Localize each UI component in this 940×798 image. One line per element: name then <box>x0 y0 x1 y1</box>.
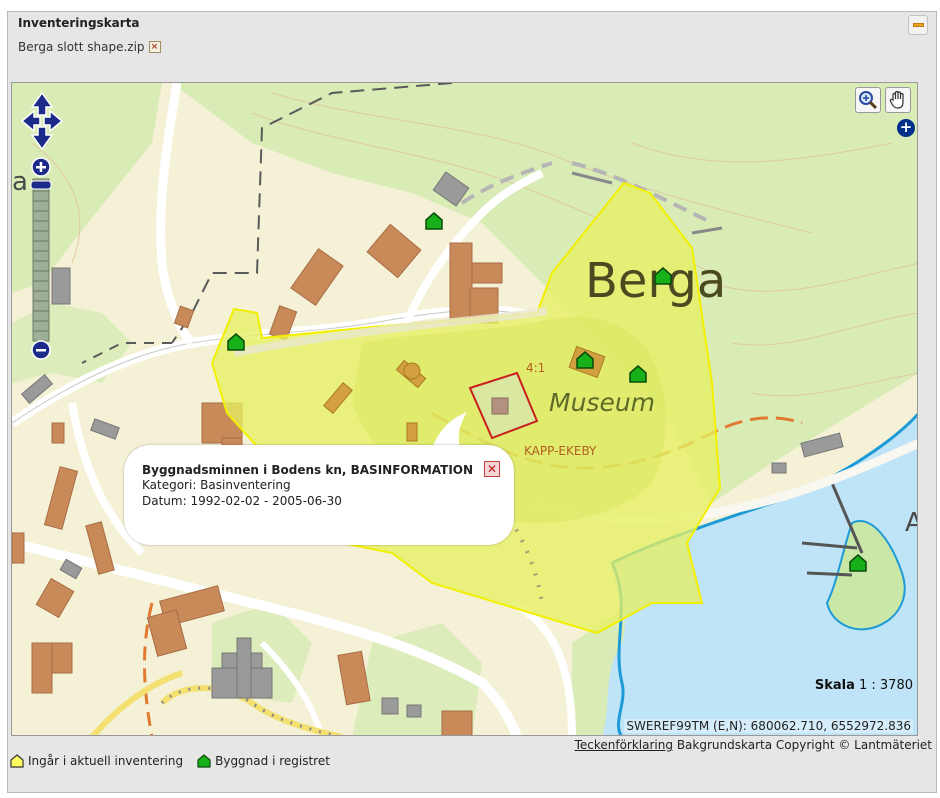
panel-title: Inventeringskarta <box>18 16 140 30</box>
uploaded-file: Berga slott shape.zip × <box>18 40 161 54</box>
zoom-box-button[interactable] <box>855 87 881 113</box>
popup-category: Kategori: Basinventering <box>142 478 291 492</box>
building-marker[interactable] <box>425 212 443 230</box>
building-marker[interactable] <box>654 267 672 285</box>
scale-label: Skala <box>814 678 855 693</box>
legend-registered-label: Byggnad i registret <box>215 754 330 768</box>
legend-link[interactable]: Teckenförklaring <box>575 738 673 752</box>
scale-readout: Skala 1 : 3780 <box>815 678 913 693</box>
close-icon[interactable]: ✕ <box>484 461 500 477</box>
legend-item-registered: Byggnad i registret <box>197 754 330 768</box>
popup-title: Byggnadsminnen i Bodens kn, BASINFORMATI… <box>142 463 474 477</box>
pan-arrows-icon[interactable] <box>20 91 64 151</box>
hand-pan-button[interactable] <box>885 87 911 113</box>
coordinate-readout: SWEREF99TM (E,N): 680062.710, 6552972.83… <box>624 719 913 733</box>
coords-label: SWEREF99TM (E,N): <box>626 719 747 733</box>
legend-item-inventory: Ingår i aktuell inventering <box>10 754 183 768</box>
inventory-marker-icon <box>10 754 24 768</box>
collapse-button[interactable] <box>908 15 928 35</box>
parcel-label: 4:1 <box>526 361 546 375</box>
building-marker[interactable] <box>576 351 594 369</box>
scale-value: 1 : 3780 <box>859 678 913 693</box>
map-toolbar <box>855 87 911 113</box>
minimize-icon <box>912 23 924 27</box>
file-name: Berga slott shape.zip <box>18 40 145 54</box>
building-marker[interactable] <box>629 365 647 383</box>
zoom-slider[interactable] <box>30 157 52 364</box>
building-marker-icon <box>197 754 211 768</box>
remove-file-icon[interactable]: × <box>148 41 161 53</box>
coords-value: 680062.710, 6552972.836 <box>750 719 911 733</box>
map-canvas[interactable]: Berga Museum KAPP-EKEBY 4:1 a A <box>11 82 918 736</box>
building-marker[interactable] <box>227 333 245 351</box>
copyright-text: Bakgrundskarta Copyright © Lantmäteriet <box>676 738 932 752</box>
building-marker[interactable] <box>849 554 867 572</box>
map-attribution: Teckenförklaring Bakgrundskarta Copyrigh… <box>575 738 932 752</box>
feature-popup: Byggnadsminnen i Bodens kn, BASINFORMATI… <box>124 445 514 545</box>
popup-date: Datum: 1992-02-02 - 2005-06-30 <box>142 494 342 508</box>
place-label-museum: Museum <box>549 388 656 417</box>
legend-inventory-label: Ingår i aktuell inventering <box>28 754 184 768</box>
zoom-box-icon <box>859 91 878 110</box>
layer-switcher-icon[interactable]: + <box>897 119 915 137</box>
map-legend: Ingår i aktuell inventering Byggnad i re… <box>10 754 330 768</box>
road-label: KAPP-EKEBY <box>524 444 597 458</box>
edge-label-left: a <box>12 167 28 197</box>
hand-pan-icon <box>889 90 904 109</box>
edge-label-right: A <box>905 508 917 538</box>
